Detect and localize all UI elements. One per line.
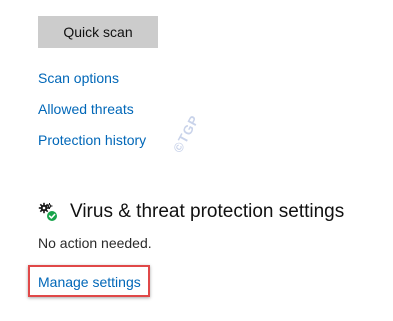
protection-history-link[interactable]: Protection history [38, 131, 146, 149]
manage-settings-link[interactable]: Manage settings [38, 273, 141, 291]
quick-scan-button[interactable]: Quick scan [38, 16, 158, 48]
scan-options-link[interactable]: Scan options [38, 69, 119, 87]
allowed-threats-link[interactable]: Allowed threats [38, 100, 134, 118]
status-text: No action needed. [38, 235, 152, 251]
watermark: ©TGP [170, 112, 203, 156]
section-title: Virus & threat protection settings [70, 201, 345, 222]
gear-check-icon [38, 202, 58, 222]
